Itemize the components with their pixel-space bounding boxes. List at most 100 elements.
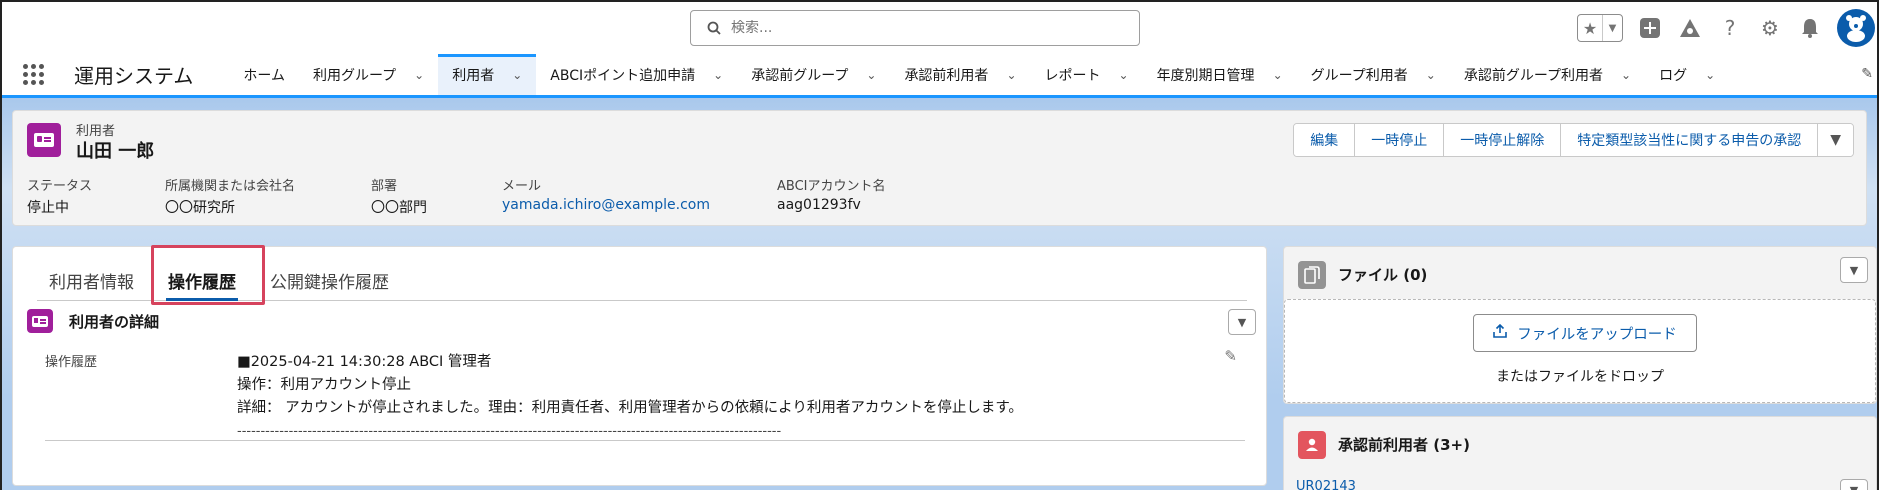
files-card: ファイル (0) ▼ ファイルをアップロード またはファイルをドロップ — [1283, 246, 1877, 404]
edit-button[interactable]: 編集 — [1294, 124, 1355, 156]
nav-item-annual-deadlines[interactable]: 年度別期日管理 ⌄ — [1143, 54, 1297, 95]
help-icon[interactable]: ? — [1717, 15, 1743, 41]
section-menu-button[interactable]: ▼ — [1228, 309, 1256, 335]
history-line: 詳細： アカウントが停止されました。理由：利用責任者、利用管理者からの依頼により… — [237, 400, 1023, 416]
contact-card-icon — [27, 309, 53, 333]
nav-item-label: 承認前グループ — [751, 67, 849, 84]
field-label: 操作履歴 — [45, 355, 98, 370]
chevron-down-icon[interactable]: ⌄ — [1273, 68, 1283, 82]
file-icon — [1298, 261, 1326, 289]
header-actions: ★ ▼ ? ⚙ — [1577, 8, 1877, 48]
chevron-down-icon[interactable]: ⌄ — [1705, 68, 1715, 82]
nav-item-group-users[interactable]: グループ利用者 ⌄ — [1297, 54, 1450, 95]
chevron-down-icon[interactable]: ⌄ — [512, 68, 522, 82]
trailhead-icon[interactable] — [1677, 15, 1703, 41]
gear-icon[interactable]: ⚙ — [1757, 15, 1783, 41]
highlight-value: aag01293fv — [777, 197, 861, 213]
history-line: ■2025-04-21 14:30:28 ABCI 管理者 — [237, 354, 492, 370]
nav-item-reports[interactable]: レポート ⌄ — [1031, 54, 1143, 95]
nav-item-logs[interactable]: ログ ⌄ — [1645, 54, 1729, 95]
row-action-menu[interactable]: ▼ — [1840, 479, 1868, 490]
favorites-group: ★ ▼ — [1577, 14, 1623, 42]
highlight-label: メール — [502, 179, 542, 194]
nav-item-pending-group-users[interactable]: 承認前グループ利用者 ⌄ — [1450, 54, 1645, 95]
detail-card: 利用者情報 操作履歴 公開鍵操作履歴 利用者の詳細 ▼ 操作履歴 ■2025-0… — [12, 245, 1267, 486]
highlight-label: ステータス — [27, 179, 93, 194]
tab-public-key-history[interactable]: 公開鍵操作履歴 — [258, 261, 401, 300]
nav-item-users[interactable]: 利用者 ⌄ — [438, 54, 537, 95]
highlight-department: 部署 〇〇部門 — [371, 175, 502, 217]
highlight-label: 所属機関または会社名 — [165, 179, 296, 194]
app-launcher[interactable] — [2, 54, 48, 95]
highlight-organization: 所属機関または会社名 〇〇研究所 — [165, 175, 371, 217]
star-icon[interactable]: ★ — [1578, 15, 1602, 41]
contact-card-icon — [27, 123, 61, 157]
chevron-down-icon[interactable]: ⌄ — [1621, 68, 1631, 82]
field-operation-history: 操作履歴 ■2025-04-21 14:30:28 ABCI 管理者 操作：利用ア… — [45, 347, 1245, 443]
app-name: 運用システム — [74, 64, 194, 88]
files-menu-button[interactable]: ▼ — [1840, 257, 1868, 283]
file-drop-zone[interactable]: ファイルをアップロード またはファイルをドロップ — [1284, 299, 1876, 403]
nav-item-label: ABCIポイント追加申請 — [550, 67, 696, 84]
section-header: 利用者の詳細 — [27, 309, 159, 333]
nav-item-label: レポート — [1044, 67, 1101, 84]
approve-declaration-button[interactable]: 特定類型該当性に関する申告の承認 — [1560, 124, 1818, 156]
search-icon — [707, 21, 721, 35]
more-actions-button[interactable]: ▼ — [1817, 124, 1853, 156]
record-name: 山田 一郎 — [76, 141, 155, 162]
chevron-down-icon[interactable]: ⌄ — [713, 68, 723, 82]
highlights-panel: ステータス 停止中 所属機関または会社名 〇〇研究所 部署 〇〇部門 メール y… — [27, 175, 977, 217]
global-header: ★ ▼ ? ⚙ — [2, 2, 1877, 54]
highlight-abci-account: ABCIアカウント名 aag01293fv — [777, 175, 977, 217]
tab-user-info[interactable]: 利用者情報 — [37, 261, 146, 300]
chevron-down-icon: ▼ — [1237, 315, 1247, 329]
upload-icon — [1493, 323, 1508, 342]
files-title: ファイル (0) — [1338, 266, 1428, 284]
pencil-icon[interactable]: ✎ — [1861, 66, 1873, 82]
field-value: ■2025-04-21 14:30:28 ABCI 管理者 操作：利用アカウント停… — [237, 351, 1023, 443]
upload-file-button[interactable]: ファイルをアップロード — [1473, 314, 1697, 352]
pencil-icon[interactable]: ✎ — [1224, 347, 1237, 365]
tab-operation-history[interactable]: 操作履歴 — [156, 261, 248, 301]
highlight-label: 部署 — [371, 179, 398, 194]
highlight-email: メール yamada.ichiro@example.com — [502, 175, 777, 217]
email-link[interactable]: yamada.ichiro@example.com — [502, 197, 777, 213]
nav-item-usage-groups[interactable]: 利用グループ ⌄ — [299, 54, 438, 95]
nav-item-label: 利用者 — [452, 67, 495, 84]
bell-icon[interactable] — [1797, 15, 1823, 41]
drop-text: またはファイルをドロップ — [1496, 369, 1664, 385]
nav-item-home[interactable]: ホーム — [229, 54, 299, 95]
nav-item-pending-groups[interactable]: 承認前グループ ⌄ — [737, 54, 890, 95]
chevron-down-icon[interactable]: ⌄ — [1119, 68, 1129, 82]
upload-label: ファイルをアップロード — [1517, 326, 1677, 343]
app-launcher-icon — [23, 64, 44, 85]
nav-item-label: 承認前利用者 — [904, 67, 989, 84]
highlight-label: ABCIアカウント名 — [777, 179, 886, 194]
suspend-button[interactable]: 一時停止 — [1354, 124, 1444, 156]
chevron-down-icon: ▼ — [1849, 483, 1859, 490]
avatar[interactable] — [1837, 9, 1875, 47]
nav-item-label: グループ利用者 — [1310, 67, 1408, 84]
nav-item-point-request[interactable]: ABCIポイント追加申請 ⌄ — [536, 54, 737, 95]
app-navigation: 運用システム ホーム 利用グループ ⌄ 利用者 ⌄ ABCIポイント追加申請 ⌄ 承認… — [2, 54, 1877, 98]
unsuspend-button[interactable]: 一時停止解除 — [1443, 124, 1561, 156]
chevron-down-icon[interactable]: ⌄ — [1426, 68, 1436, 82]
chevron-down-icon: ▼ — [1830, 132, 1841, 148]
chevron-down-icon: ▼ — [1849, 263, 1859, 277]
record-header: 利用者 山田 一郎 編集 一時停止 一時停止解除 特定類型該当性に関する申告の承… — [12, 110, 1867, 226]
chevron-down-icon[interactable]: ⌄ — [414, 68, 424, 82]
chevron-down-icon[interactable]: ⌄ — [866, 68, 876, 82]
record-actions: 編集 一時停止 一時停止解除 特定類型該当性に関する申告の承認 ▼ — [1293, 123, 1854, 157]
chevron-down-icon[interactable]: ⌄ — [1006, 68, 1016, 82]
add-icon[interactable] — [1637, 15, 1663, 41]
history-line: 操作：利用アカウント停止 — [237, 377, 411, 393]
pending-user-link[interactable]: UR02143 — [1296, 479, 1356, 490]
chevron-down-icon[interactable]: ▼ — [1602, 15, 1622, 41]
nav-item-pending-users[interactable]: 承認前利用者 ⌄ — [890, 54, 1030, 95]
history-separator: ----------------------------------------… — [237, 424, 782, 439]
search-input[interactable] — [731, 20, 1111, 36]
nav-item-label: ログ — [1659, 67, 1688, 84]
record-tabs: 利用者情報 操作履歴 公開鍵操作履歴 — [37, 261, 1247, 301]
global-search[interactable] — [690, 10, 1140, 46]
nav-item-label: ホーム — [243, 67, 285, 84]
